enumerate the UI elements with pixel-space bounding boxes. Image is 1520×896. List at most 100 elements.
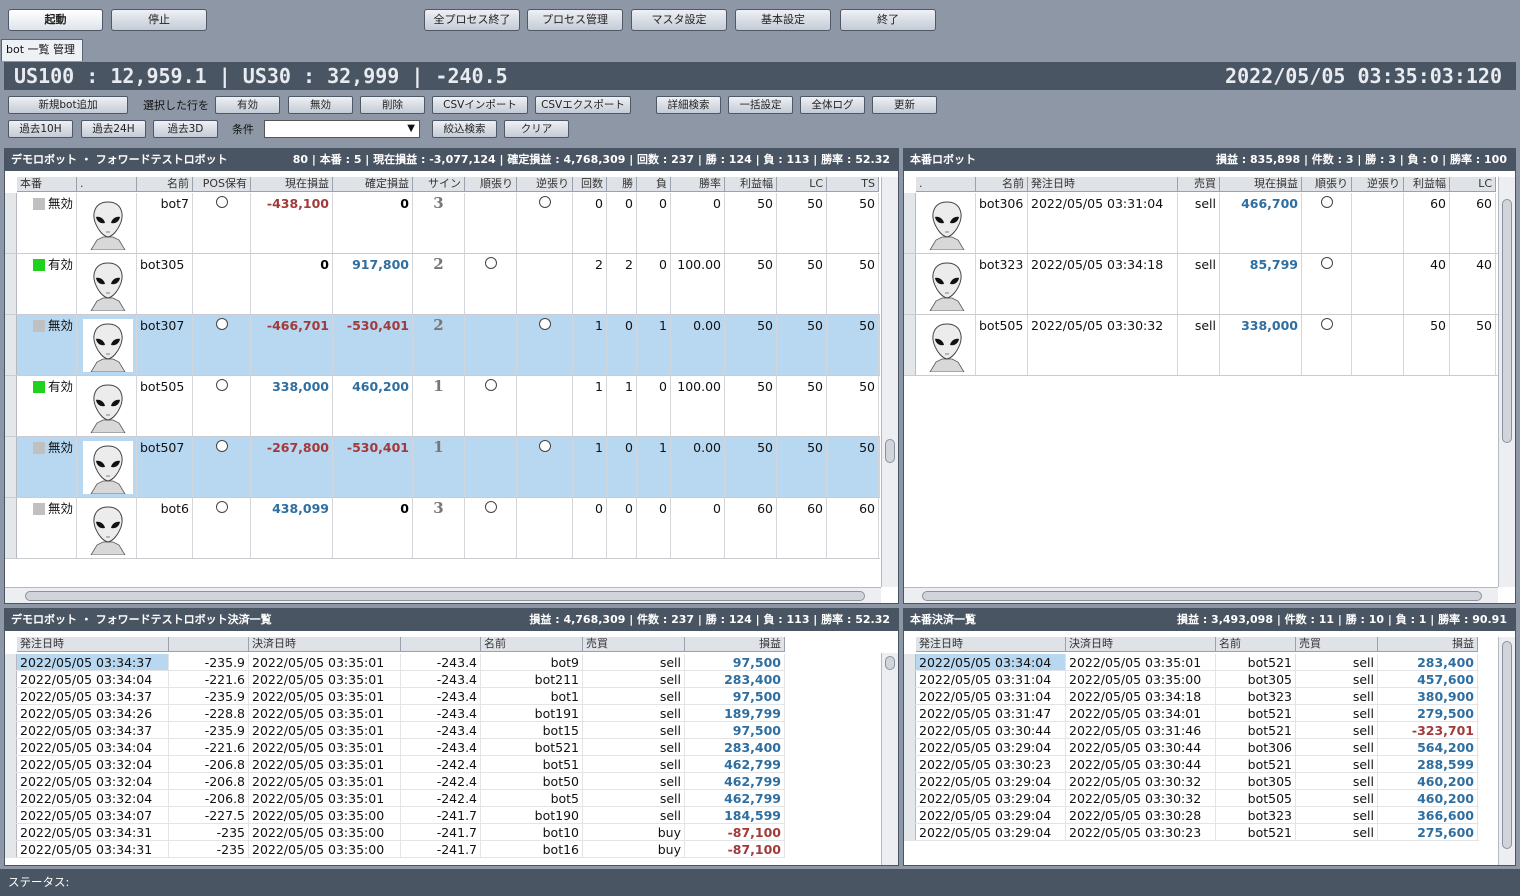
prod-settle-header-col-0[interactable]: 発注日時 (916, 637, 1066, 652)
demo-header-col-0[interactable]: 本番 (17, 177, 77, 192)
demo-settle-header-col-1[interactable] (169, 637, 249, 652)
row-indicator[interactable] (5, 688, 17, 704)
prod-header-col-3[interactable]: 売買 (1178, 177, 1220, 192)
demo-hscroll-thumb[interactable] (25, 591, 865, 601)
demo-header-col-5[interactable]: 確定損益 (333, 177, 413, 192)
row-indicator[interactable] (5, 807, 17, 823)
demo-settle-header-col-3[interactable] (401, 637, 481, 652)
row-indicator[interactable] (5, 671, 17, 687)
trend-radio[interactable] (484, 379, 497, 391)
prod-settle-row[interactable]: 2022/05/05 03:31:04 2022/05/05 03:34:18 bo… (904, 688, 1479, 705)
prod-settle-scroll-thumb[interactable] (1502, 641, 1512, 849)
contrarian-radio[interactable] (538, 196, 551, 208)
trend-radio[interactable] (484, 257, 497, 269)
prod-settle-scrollbar[interactable] (1498, 637, 1515, 865)
demo-settle-row[interactable]: 2022/05/05 03:34:37 -235.9 2022/05/05 03:3… (5, 688, 785, 705)
add-bot-button[interactable]: 新規bot追加 (8, 96, 128, 114)
contrarian-radio[interactable] (538, 440, 551, 452)
row-indicator[interactable] (904, 193, 916, 253)
demo-settle-row[interactable]: 2022/05/05 03:34:31 -235 2022/05/05 03:35:… (5, 824, 785, 841)
refresh-button[interactable]: 更新 (872, 96, 937, 114)
prod-header-col-6[interactable]: 逆張り (1352, 177, 1404, 192)
filter-search-button[interactable]: 絞込検索 (432, 120, 497, 138)
past-24h-button[interactable]: 過去24H (81, 120, 146, 138)
demo-row[interactable]: 無効 bot307 -466,701 -530,401 2 1 0 1 0.00 50 50 50 (5, 315, 880, 376)
demo-header-col-1[interactable]: . (77, 177, 137, 192)
demo-settle-scroll-thumb[interactable] (885, 656, 895, 670)
demo-row[interactable]: 有効 bot305 0 917,800 2 2 2 0 100.00 50 50 50 (5, 254, 880, 315)
row-indicator[interactable] (5, 722, 17, 738)
prod-settle-row[interactable]: 2022/05/05 03:31:04 2022/05/05 03:35:00 bo… (904, 671, 1479, 688)
demo-header-col-6[interactable]: サイン (413, 177, 465, 192)
prod-row[interactable]: bot323 2022/05/05 03:34:18 sell 85,799 40 40 (904, 254, 1499, 315)
csv-import-button[interactable]: CSVインポート (432, 96, 528, 114)
trend-radio[interactable] (484, 501, 497, 513)
process-management-button[interactable]: プロセス管理 (527, 9, 623, 31)
all-log-button[interactable]: 全体ログ (800, 96, 865, 114)
pos-radio[interactable] (215, 196, 228, 208)
demo-settle-row[interactable]: 2022/05/05 03:34:26 -228.8 2022/05/05 03:3… (5, 705, 785, 722)
demo-header-col-12[interactable]: 勝率 (671, 177, 725, 192)
basic-settings-button[interactable]: 基本設定 (735, 9, 831, 31)
csv-export-button[interactable]: CSVエクスポート (535, 96, 631, 114)
master-settings-button[interactable]: マスタ設定 (631, 9, 727, 31)
demo-settle-header-col-2[interactable]: 決済日時 (249, 637, 401, 652)
exit-button[interactable]: 終了 (840, 9, 936, 31)
demo-settle-header-col-5[interactable]: 売買 (583, 637, 685, 652)
detail-search-button[interactable]: 詳細検索 (656, 96, 721, 114)
prod-settle-header-col-2[interactable]: 名前 (1216, 637, 1296, 652)
prod-settle-header-col-1[interactable]: 決済日時 (1066, 637, 1216, 652)
row-indicator[interactable] (904, 654, 916, 670)
prod-header-col-4[interactable]: 現在損益 (1220, 177, 1302, 192)
demo-settle-row[interactable]: 2022/05/05 03:32:04 -206.8 2022/05/05 03:3… (5, 790, 785, 807)
row-indicator[interactable] (5, 498, 17, 558)
demo-settle-row[interactable]: 2022/05/05 03:32:04 -206.8 2022/05/05 03:3… (5, 773, 785, 790)
demo-settle-row[interactable]: 2022/05/05 03:34:31 -235 2022/05/05 03:35:… (5, 841, 785, 858)
demo-header-col-4[interactable]: 現在損益 (251, 177, 333, 192)
demo-header-col-15[interactable]: TS (827, 177, 879, 192)
demo-header-col-3[interactable]: POS保有 (193, 177, 251, 192)
past-10h-button[interactable]: 過去10H (8, 120, 73, 138)
prod-header-col-1[interactable]: 名前 (976, 177, 1028, 192)
tab-bot-list[interactable]: bot 一覧 管理 (1, 39, 83, 61)
row-indicator[interactable] (5, 705, 17, 721)
row-indicator[interactable] (5, 437, 17, 497)
row-indicator[interactable] (904, 790, 916, 806)
pos-radio[interactable] (215, 379, 228, 391)
row-indicator[interactable] (904, 705, 916, 721)
demo-row[interactable]: 無効 bot507 -267,800 -530,401 1 1 0 1 0.00 50 50 50 (5, 437, 880, 498)
row-indicator[interactable] (5, 376, 17, 436)
trend-radio[interactable] (1320, 318, 1333, 330)
row-indicator[interactable] (904, 824, 916, 840)
row-indicator[interactable] (5, 824, 17, 840)
demo-row[interactable]: 無効 bot7 -438,100 0 3 0 0 0 0 50 50 50 (5, 193, 880, 254)
prod-settle-row[interactable]: 2022/05/05 03:30:44 2022/05/05 03:31:46 bo… (904, 722, 1479, 739)
demo-header-col-9[interactable]: 回数 (573, 177, 607, 192)
demo-settle-scrollbar[interactable] (881, 653, 898, 865)
row-indicator[interactable] (5, 315, 17, 375)
prod-horizontal-scrollbar[interactable] (904, 587, 1498, 603)
demo-header-col-11[interactable]: 負 (637, 177, 671, 192)
demo-scroll-thumb[interactable] (885, 439, 895, 463)
prod-row[interactable]: bot505 2022/05/05 03:30:32 sell 338,000 50 50 (904, 315, 1499, 376)
demo-settle-row[interactable]: 2022/05/05 03:34:04 -221.6 2022/05/05 03:3… (5, 671, 785, 688)
prod-settle-row[interactable]: 2022/05/05 03:29:04 2022/05/05 03:30:28 bo… (904, 807, 1479, 824)
prod-scroll-thumb[interactable] (1502, 199, 1512, 443)
enable-button[interactable]: 有効 (215, 96, 280, 114)
clear-button[interactable]: クリア (504, 120, 569, 138)
prod-settle-row[interactable]: 2022/05/05 03:31:47 2022/05/05 03:34:01 bo… (904, 705, 1479, 722)
demo-header-col-14[interactable]: LC (777, 177, 827, 192)
demo-header-col-13[interactable]: 利益幅 (725, 177, 777, 192)
prod-settle-row[interactable]: 2022/05/05 03:29:04 2022/05/05 03:30:32 bo… (904, 790, 1479, 807)
demo-row[interactable]: 無効 bot6 438,099 0 3 0 0 0 0 60 60 60 (5, 498, 880, 559)
demo-header-col-8[interactable]: 逆張り (517, 177, 573, 192)
disable-button[interactable]: 無効 (288, 96, 353, 114)
demo-settle-header-col-4[interactable]: 名前 (481, 637, 583, 652)
condition-select[interactable]: ▼ (264, 120, 420, 138)
prod-header-col-5[interactable]: 順張り (1302, 177, 1352, 192)
row-indicator[interactable] (5, 756, 17, 772)
prod-vertical-scrollbar[interactable] (1498, 177, 1515, 587)
demo-settle-row[interactable]: 2022/05/05 03:34:07 -227.5 2022/05/05 03:3… (5, 807, 785, 824)
delete-button[interactable]: 削除 (360, 96, 425, 114)
demo-settle-header-col-0[interactable]: 発注日時 (17, 637, 169, 652)
